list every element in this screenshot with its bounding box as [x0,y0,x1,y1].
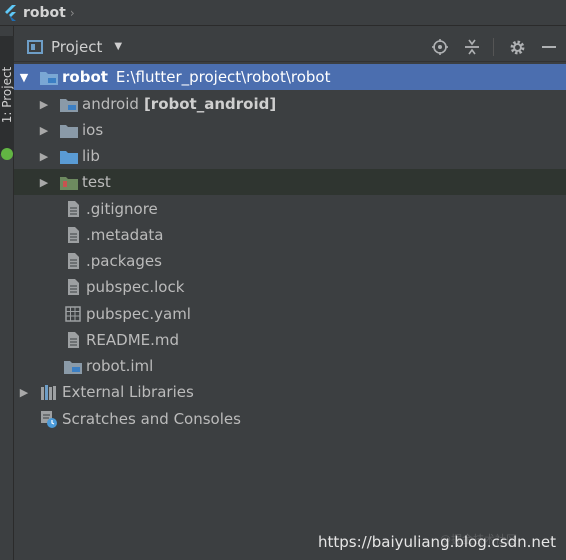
navigation-bar: robot › [0,0,566,26]
file-name: .gitignore [86,200,158,218]
tree-row-scratches[interactable]: Scratches and Consoles [14,406,566,432]
tree-row-packages[interactable]: .packages [14,248,566,274]
tree-row-pubspec-yaml[interactable]: pubspec.yaml [14,301,566,327]
project-view-selector[interactable]: Project [51,38,102,56]
watermark: https://baiyuliang.blog.csdn.net [318,533,556,551]
tree-row-ios[interactable]: ▶ ios [14,117,566,143]
tree-row-external-libraries[interactable]: ▶ External Libraries [14,379,566,405]
collapsed-arrow-icon[interactable]: ▶ [18,386,30,399]
minimize-icon[interactable] [540,38,558,56]
file-name: README.md [86,331,180,349]
yaml-file-icon [64,306,82,322]
text-file-icon [64,227,82,243]
expanded-arrow-icon[interactable]: ▼ [18,71,30,84]
file-name: pubspec.yaml [86,305,191,323]
test-folder-icon [60,174,78,190]
tree-row-pubspec-lock[interactable]: pubspec.lock [14,274,566,300]
library-icon [40,384,58,400]
module-folder-icon [40,69,58,85]
tree-row-test[interactable]: ▶ test [14,169,566,195]
source-folder-icon [60,148,78,164]
toolbar-separator [493,38,494,56]
file-name: pubspec.lock [86,278,185,296]
scratches-icon [40,411,58,428]
left-tool-strip: 1: Project [0,26,14,560]
dropdown-arrow-icon[interactable]: ▼ [114,41,122,52]
tree-row-android[interactable]: ▶ android [robot_android] [14,91,566,117]
project-tree: ▼ robot E:\flutter_project\robot\robot ▶… [14,64,566,560]
flutter-logo-icon [5,4,16,21]
root-module-path: E:\flutter_project\robot\robot [115,68,331,86]
tree-row-lib[interactable]: ▶ lib [14,143,566,169]
collapsed-arrow-icon[interactable]: ▶ [38,98,50,111]
module-folder-icon [60,96,78,112]
locate-target-icon[interactable] [431,38,449,56]
test-folder-name: test [82,173,111,191]
scratches-label: Scratches and Consoles [62,410,241,428]
gear-icon[interactable] [508,38,526,56]
project-tool-tab[interactable]: 1: Project [0,36,14,160]
root-module-name: robot [62,68,108,86]
collapse-all-icon[interactable] [463,38,481,56]
android-module-tag: [robot_android] [143,95,277,113]
android-folder-name: android [82,95,139,113]
text-file-icon [64,201,82,217]
ios-folder-name: ios [82,121,104,139]
project-tool-status-icon [1,148,13,160]
file-name: .metadata [86,226,164,244]
project-tool-header: Project ▼ [14,32,566,62]
text-file-icon [64,279,82,295]
project-view-icon [27,39,43,54]
collapsed-arrow-icon[interactable]: ▶ [38,150,50,163]
folder-icon [60,122,78,138]
file-name: robot.iml [86,357,154,375]
tree-row-metadata[interactable]: .metadata [14,222,566,248]
project-tool-tab-label: 1: Project [0,66,14,124]
collapsed-arrow-icon[interactable]: ▶ [38,124,50,137]
file-name: .packages [86,252,162,270]
text-file-icon [64,332,82,348]
tree-row-robot-iml[interactable]: robot.iml [14,353,566,379]
tree-row-readme[interactable]: README.md [14,327,566,353]
header-toolbar [417,32,558,62]
lib-folder-name: lib [82,147,100,165]
breadcrumb-robot[interactable]: robot [23,5,66,21]
text-file-icon [64,253,82,269]
tree-row-root[interactable]: ▼ robot E:\flutter_project\robot\robot [14,64,566,90]
module-file-icon [64,358,82,374]
external-libraries-label: External Libraries [62,383,194,401]
breadcrumb-chevron-icon: › [69,5,75,20]
tree-row-gitignore[interactable]: .gitignore [14,196,566,222]
collapsed-arrow-icon[interactable]: ▶ [38,176,50,189]
